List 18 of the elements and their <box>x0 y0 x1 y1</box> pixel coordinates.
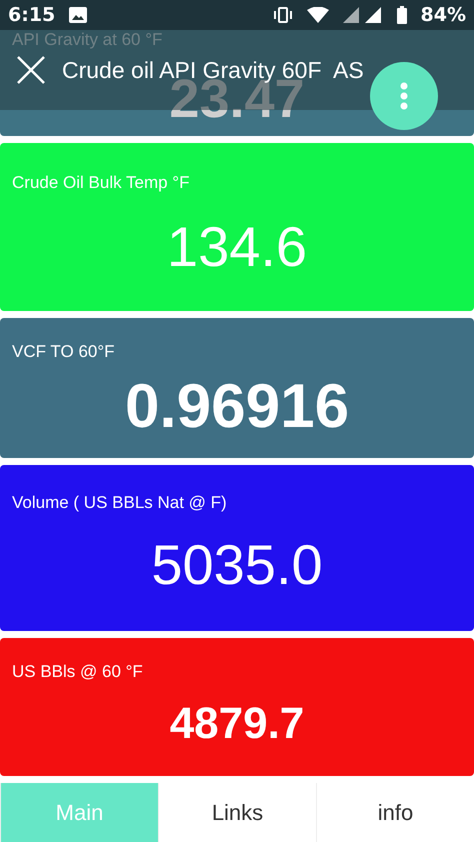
card-value: 5035.0 <box>151 537 323 593</box>
card-label: VCF TO 60°F <box>12 342 115 362</box>
card-label: Volume ( US BBLs Nat @ F) <box>12 493 227 513</box>
card-value: 134.6 <box>166 219 308 275</box>
wifi-icon <box>306 7 329 23</box>
more-icon <box>400 82 408 110</box>
close-icon[interactable] <box>16 55 46 85</box>
signal-icon <box>342 7 383 23</box>
battery-icon <box>396 6 407 24</box>
card-label: Crude Oil Bulk Temp °F <box>12 173 190 193</box>
vibrate-icon <box>272 7 293 23</box>
card-value: 0.96916 <box>124 376 350 438</box>
card-label: US BBls @ 60 °F <box>12 662 143 682</box>
status-time: 6:15 <box>8 4 56 26</box>
card-label: API Gravity at 60 °F <box>12 30 162 50</box>
image-icon <box>69 7 88 23</box>
battery-percent: 84% <box>420 4 466 26</box>
card-value: 4879.7 <box>170 702 304 746</box>
